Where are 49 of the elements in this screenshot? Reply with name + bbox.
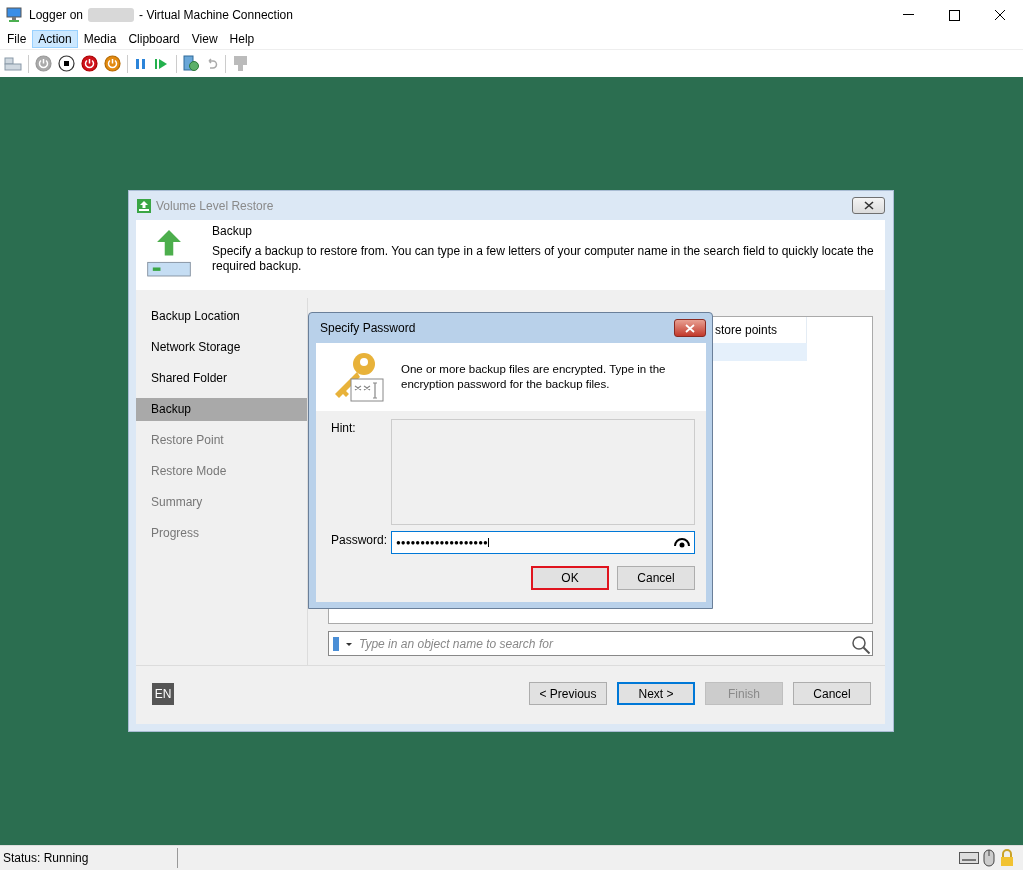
mouse-icon[interactable] [983,849,995,867]
close-icon [685,323,695,333]
menu-item[interactable]: View [185,30,224,48]
stop-icon[interactable] [58,55,75,72]
step-description: Specify a backup to restore from. You can type in a few letters of your computer name in the search field to quickly locate the required backup. [212,244,875,274]
power-icon[interactable] [104,55,121,72]
wizard-title: Volume Level Restore [156,198,274,213]
dialog-button[interactable]: OK [531,566,609,590]
dialog-message: One or more backup files are encrypted. Type in the encryption password for the backup files. [401,362,667,392]
menu-item[interactable]: Help [223,30,261,48]
close-button[interactable] [674,319,706,337]
show-password-icon[interactable] [674,537,690,548]
pause-icon[interactable] [134,56,148,71]
search-icon[interactable] [850,633,872,654]
wizard-button[interactable]: Cancel [793,682,871,705]
language-indicator: EN [152,682,174,705]
password-label: Password: [331,532,389,549]
window-title: Logger on [29,8,84,22]
menu-item[interactable]: Clipboard [122,30,186,48]
close-icon [863,201,874,210]
search-field[interactable]: Type in an object name to search for [328,631,873,656]
revert-icon[interactable] [205,56,219,71]
checkpoint-icon[interactable] [183,55,199,72]
wizard-step[interactable]: Shared Folder [136,363,307,394]
status-text: Status: Running [0,848,178,868]
step-title: Backup [212,224,254,238]
blurred-text [88,8,135,22]
maximize-icon [948,9,960,21]
menu-item[interactable]: Action [32,30,78,48]
wizard-button[interactable]: < Previous [529,682,607,705]
hint-label: Hint: [331,420,357,437]
window-title: - Virtual Machine Connection [139,8,293,22]
close-button[interactable] [852,197,885,214]
monitor-icon [6,7,24,23]
wizard-step[interactable]: Network Storage [136,332,307,363]
ctrl-alt-del-icon[interactable] [4,55,22,72]
power-icon[interactable] [81,55,98,72]
lock-icon[interactable] [999,849,1015,867]
restore-icon [136,197,152,214]
menu-item[interactable]: Media [77,30,123,48]
dialog-button[interactable]: Cancel [617,566,695,590]
keyboard-icon[interactable] [959,851,979,865]
password-field[interactable]: ●●●●●●●●●●●●●●●●●●● [391,531,695,554]
menu-item[interactable]: File [1,30,33,48]
minimize-icon [902,14,914,16]
wizard-step[interactable]: Backup [136,398,307,421]
wizard-step[interactable]: Backup Location [136,301,307,332]
close-icon [994,9,1006,21]
wizard-button[interactable]: Next > [617,682,695,705]
